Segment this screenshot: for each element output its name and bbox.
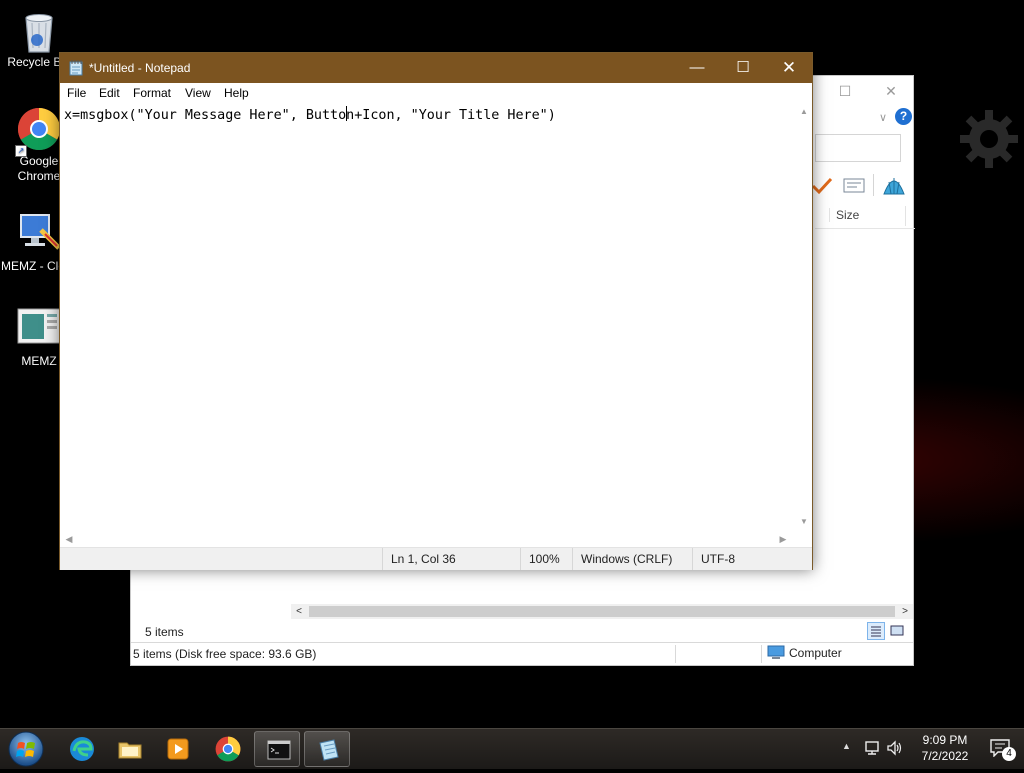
menu-view[interactable]: View (185, 86, 211, 100)
horizontal-scrollbar[interactable]: ◀ ▶ (60, 531, 796, 547)
notepad-app-icon[interactable] (69, 60, 83, 76)
window-title: *Untitled - Notepad (89, 61, 191, 75)
editor-text-after-caret: n+Icon, "Your Title Here") (346, 108, 556, 123)
taskbar-notepad[interactable] (304, 731, 350, 767)
memz-app-icon (17, 307, 61, 351)
notepad-titlebar[interactable]: *Untitled - Notepad — ☐ ✕ (60, 53, 812, 83)
close-icon[interactable]: ✕ (881, 81, 901, 101)
media-player-icon (167, 738, 189, 760)
scroll-right-icon[interactable]: ▶ (776, 531, 790, 547)
clock[interactable]: 9:09 PM 7/2/2022 (912, 732, 978, 764)
email-icon[interactable] (843, 178, 865, 193)
scroll-up-icon[interactable]: ▲ (796, 105, 812, 119)
gear-icon (960, 110, 1018, 168)
maximize-button[interactable]: ☐ (720, 53, 766, 83)
status-zoom: 100% (520, 548, 572, 570)
taskbar-media-player[interactable] (154, 731, 200, 767)
menu-format[interactable]: Format (133, 86, 171, 100)
toolbar-separator (873, 174, 874, 196)
scroll-down-icon[interactable]: ▼ (796, 515, 812, 529)
start-button[interactable] (6, 730, 46, 768)
scroll-right-icon[interactable]: > (897, 604, 913, 619)
clock-time: 9:09 PM (922, 733, 968, 747)
horizontal-scrollbar[interactable]: < > (291, 604, 913, 619)
notification-count-badge: 4 (1002, 747, 1016, 761)
minimize-button[interactable]: — (674, 53, 720, 83)
chevron-down-icon[interactable]: ∨ (873, 108, 893, 128)
recycle-bin-icon (17, 8, 61, 53)
column-header: Size (815, 204, 915, 229)
explorer-status-bar: 5 items (Disk free space: 93.6 GB) Compu… (131, 642, 913, 665)
explorer-toolbar (811, 174, 915, 198)
large-icons-view-icon[interactable] (889, 622, 907, 640)
volume-icon[interactable] (886, 739, 904, 757)
network-icon[interactable] (864, 739, 882, 757)
status-cursor-position: Ln 1, Col 36 (382, 548, 520, 570)
command-prompt-icon (267, 740, 291, 760)
shell-icon[interactable] (881, 174, 907, 198)
clock-date: 7/2/2022 (921, 749, 969, 763)
edge-icon (70, 737, 94, 761)
column-header-size[interactable]: Size (829, 208, 859, 222)
search-input[interactable] (815, 134, 901, 162)
computer-virus-icon (17, 212, 61, 256)
scroll-left-icon[interactable]: ◀ (62, 531, 76, 547)
windows-logo-icon (8, 731, 44, 767)
menu-help[interactable]: Help (224, 86, 249, 100)
notepad-app-icon (319, 739, 339, 761)
close-button[interactable]: ✕ (766, 53, 812, 83)
taskbar: ▲ 9:09 PM 7/2/2022 4 (0, 728, 1024, 769)
scroll-left-icon[interactable]: < (291, 604, 307, 619)
status-disk-space: 5 items (Disk free space: 93.6 GB) (133, 647, 317, 661)
status-separator (761, 645, 762, 663)
editor-text-before-caret: x=msgbox("Your Message Here", Butto (64, 108, 347, 123)
chrome-icon: ↗ (15, 107, 61, 157)
maximize-icon[interactable]: ☐ (835, 81, 855, 101)
status-line-ending: Windows (CRLF) (572, 548, 692, 570)
shortcut-arrow-icon: ↗ (15, 145, 27, 157)
status-separator (675, 645, 676, 663)
details-view-icon[interactable] (867, 622, 885, 640)
taskbar-chrome[interactable] (204, 731, 250, 767)
chrome-icon (215, 736, 241, 762)
menu-edit[interactable]: Edit (99, 86, 120, 100)
checkmark-icon[interactable] (811, 176, 833, 196)
column-separator[interactable] (905, 206, 906, 226)
taskbar-command-prompt[interactable] (254, 731, 300, 767)
items-count: 5 items (145, 625, 184, 639)
folder-icon (118, 742, 142, 759)
show-hidden-icons-icon[interactable]: ▲ (842, 741, 851, 751)
notepad-status-bar: Ln 1, Col 36 100% Windows (CRLF) UTF-8 (60, 547, 812, 570)
status-location-label: Computer (789, 646, 842, 660)
view-buttons (867, 622, 907, 642)
menu-file[interactable]: File (67, 86, 86, 100)
taskbar-file-explorer[interactable] (106, 731, 152, 767)
vertical-scrollbar[interactable]: ▲ ▼ (796, 103, 812, 531)
computer-icon (767, 645, 785, 659)
help-icon[interactable]: ? (895, 108, 912, 125)
notification-center-button[interactable]: 4 (990, 739, 1016, 761)
scrollbar-thumb[interactable] (309, 606, 895, 617)
status-encoding: UTF-8 (692, 548, 802, 570)
taskbar-edge[interactable] (58, 731, 104, 767)
status-location: Computer (767, 645, 842, 661)
notepad-window[interactable]: *Untitled - Notepad — ☐ ✕ File Edit Form… (59, 52, 813, 570)
text-editor[interactable]: x=msgbox("Your Message Here", Button+Ico… (60, 103, 796, 531)
menu-bar: File Edit Format View Help (60, 83, 812, 103)
